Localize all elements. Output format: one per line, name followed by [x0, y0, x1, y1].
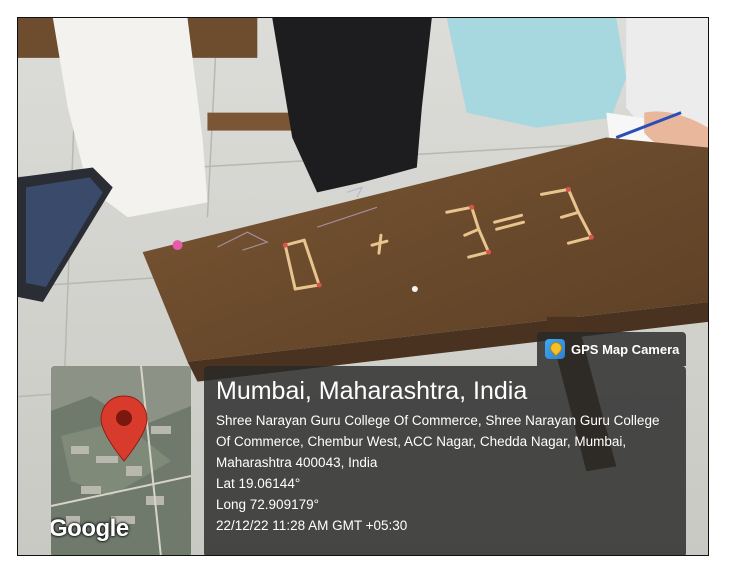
longitude-text: Long 72.909179°: [216, 497, 319, 512]
latitude-text: Lat 19.06144°: [216, 476, 301, 491]
google-watermark: Google: [51, 515, 129, 542]
location-minimap: Google: [51, 366, 191, 555]
address-text: Shree Narayan Guru College Of Commerce, …: [216, 413, 660, 470]
badge-label: GPS Map Camera: [571, 341, 680, 357]
timestamp-text: 22/12/22 11:28 AM GMT +05:30: [216, 518, 408, 533]
location-title: Mumbai, Maharashtra, India: [216, 377, 528, 405]
map-pin-app-icon: [545, 339, 565, 359]
photo-frame: GPS Map Camera Google Mumbai, Maharashtr…: [17, 17, 709, 556]
gps-map-camera-badge: GPS Map Camera: [537, 332, 686, 366]
location-info-panel: Mumbai, Maharashtra, India Shree Narayan…: [204, 366, 686, 555]
